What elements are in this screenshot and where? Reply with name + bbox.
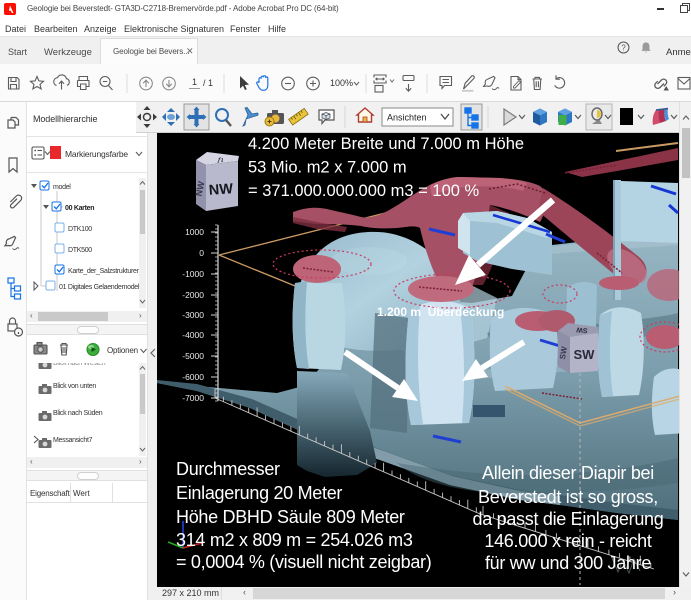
svg-text:4.200 Meter Breite und 7.000 m: 4.200 Meter Breite und 7.000 m Höhe <box>248 135 524 153</box>
svg-text:146.000 x rein - reicht: 146.000 x rein - reicht <box>484 531 651 551</box>
svg-text:= 0,0004 % (visuell nicht zeig: = 0,0004 % (visuell nicht zeigbar) <box>176 552 431 572</box>
svg-text:-4000: -4000 <box>182 330 204 340</box>
svg-text:-6000: -6000 <box>182 372 204 382</box>
svg-text:-7000: -7000 <box>182 393 204 403</box>
svg-text:Karte_der_Salzstrukturen: Karte_der_Salzstrukturen <box>68 268 141 275</box>
svg-text:= 371.000.000.000 m3 = 100 %: = 371.000.000.000 m3 = 100 % <box>248 182 480 200</box>
svg-text:1000: 1000 <box>185 227 204 237</box>
svg-text:314 m2 x 809 m = 254.026 m3: 314 m2 x 809 m = 254.026 m3 <box>176 530 413 550</box>
svg-text:SW: SW <box>576 325 588 333</box>
svg-text:-1000: -1000 <box>182 269 204 279</box>
svg-text:Allein dieser Diapir bei: Allein dieser Diapir bei <box>482 463 654 483</box>
svg-text:Beverstedt ist so gross,: Beverstedt ist so gross, <box>478 487 658 507</box>
svg-text:-5000: -5000 <box>182 351 204 361</box>
svg-text:?: ? <box>621 44 626 53</box>
svg-text:DTK500: DTK500 <box>68 247 92 254</box>
svg-text:DTK100: DTK100 <box>68 226 92 233</box>
svg-text:da passt die Einlagerung: da passt die Einlagerung <box>473 509 664 529</box>
svg-text:53 Mio. m2 x 7.000 m: 53 Mio. m2 x 7.000 m <box>248 159 407 177</box>
svg-text:NW: NW <box>208 181 234 199</box>
svg-text:0: 0 <box>199 248 204 258</box>
svg-text:1.200 m Überdeckung: 1.200 m Überdeckung <box>377 304 504 319</box>
svg-text:für ww und 300 Jahre: für ww und 300 Jahre <box>485 553 651 573</box>
svg-text:model: model <box>53 184 71 191</box>
svg-text:-2000: -2000 <box>182 290 204 300</box>
svg-text:Einlagerung 20 Meter: Einlagerung 20 Meter <box>176 483 342 503</box>
svg-text:-3000: -3000 <box>182 310 204 320</box>
svg-text:01 Digitales Gelaendemodell: 01 Digitales Gelaendemodell <box>59 284 141 291</box>
svg-text:Höhe DBHD Säule 809 Meter: Höhe DBHD Säule 809 Meter <box>176 507 405 527</box>
svg-text:00 Karten: 00 Karten <box>65 205 94 212</box>
svg-text:Ansichten: Ansichten <box>387 113 427 123</box>
svg-text:SW: SW <box>574 347 596 362</box>
svg-text:Durchmesser: Durchmesser <box>176 459 280 479</box>
